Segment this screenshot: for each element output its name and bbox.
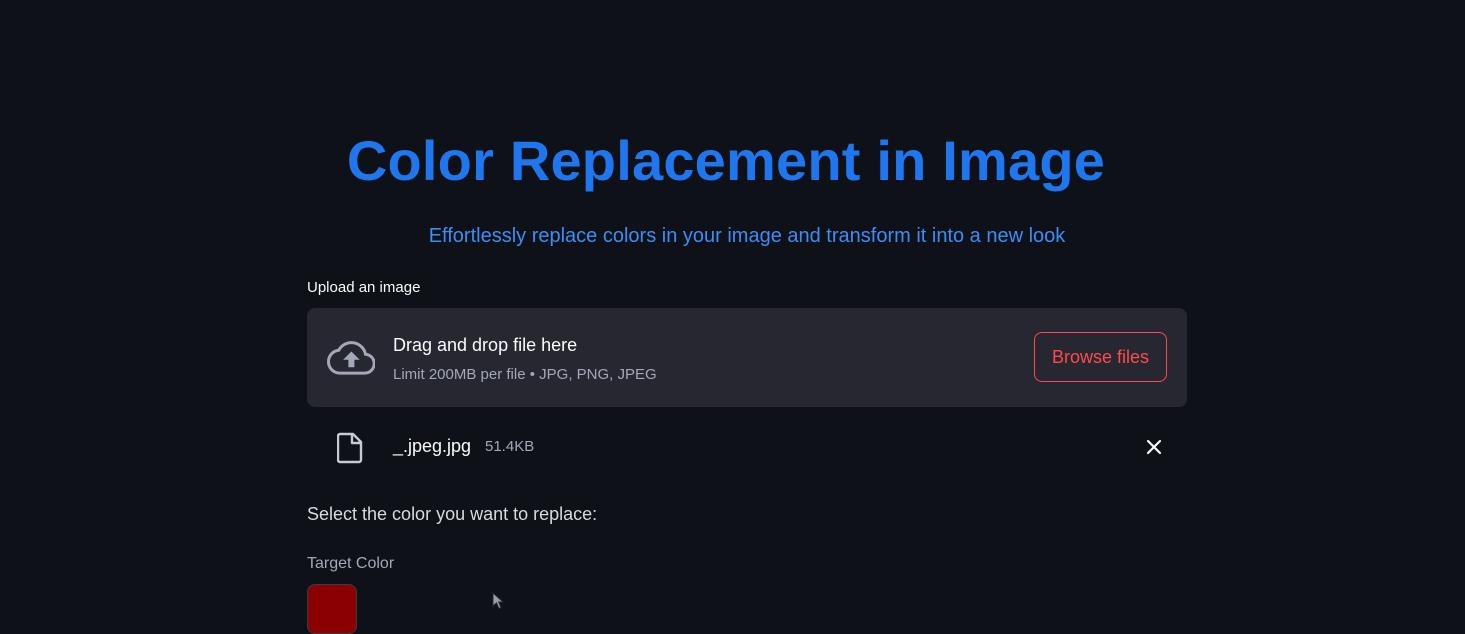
uploaded-file-size: 51.4KB [485, 438, 535, 455]
uploaded-file-name: _.jpeg.jpg [393, 436, 472, 456]
cloud-upload-icon [326, 339, 376, 377]
page-title: Color Replacement in Image [346, 129, 1106, 192]
page-subtitle: Effortlessly replace colors in your imag… [428, 225, 1066, 247]
uploaded-file-row: _.jpeg.jpg 51.4KB [307, 422, 1187, 470]
dropzone-limit-text: Limit 200MB per file • JPG, PNG, JPEG [393, 366, 657, 383]
color-select-prompt: Select the color you want to replace: [307, 504, 598, 524]
file-icon [336, 432, 363, 464]
upload-label: Upload an image [307, 279, 421, 296]
browse-files-button[interactable]: Browse files [1034, 332, 1167, 382]
remove-file-button[interactable] [1141, 434, 1167, 460]
main-content: Color Replacement in Image Effortlessly … [307, 0, 1187, 634]
target-color-label: Target Color [307, 555, 395, 572]
file-dropzone[interactable]: Drag and drop file here Limit 200MB per … [307, 308, 1187, 407]
close-icon [1146, 439, 1162, 455]
dropzone-title: Drag and drop file here [393, 335, 578, 355]
mouse-pointer-icon [492, 591, 505, 610]
target-color-picker[interactable] [307, 584, 357, 634]
